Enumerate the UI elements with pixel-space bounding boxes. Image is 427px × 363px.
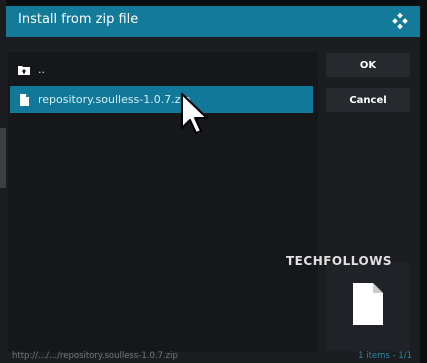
list-item-label: ..: [38, 63, 45, 76]
file-list: .. repository.soulless-1.0.7.zip: [8, 52, 318, 352]
folder-up-icon: [10, 65, 38, 75]
dialog-title: Install from zip file: [18, 12, 139, 27]
footer-path: http://.../.../repository.soulless-1.0.7…: [12, 351, 178, 361]
kodi-logo-icon: [392, 12, 408, 30]
ok-button[interactable]: OK: [326, 53, 410, 77]
mouse-pointer-icon: [180, 92, 210, 140]
footer-item-count: 1 items - 1/1: [358, 351, 412, 361]
watermark-text: TECHFOLLOWS: [286, 254, 393, 268]
file-preview: [326, 263, 410, 351]
install-from-zip-dialog: Install from zip file .. repository.soul…: [6, 6, 420, 363]
cancel-button[interactable]: Cancel: [326, 88, 410, 112]
list-item-zip-file[interactable]: repository.soulless-1.0.7.zip: [10, 86, 313, 113]
file-icon: [10, 93, 38, 106]
dialog-titlebar: Install from zip file: [6, 6, 420, 37]
list-item-label: repository.soulless-1.0.7.zip: [38, 93, 191, 106]
list-item-parent-folder[interactable]: ..: [10, 56, 313, 83]
